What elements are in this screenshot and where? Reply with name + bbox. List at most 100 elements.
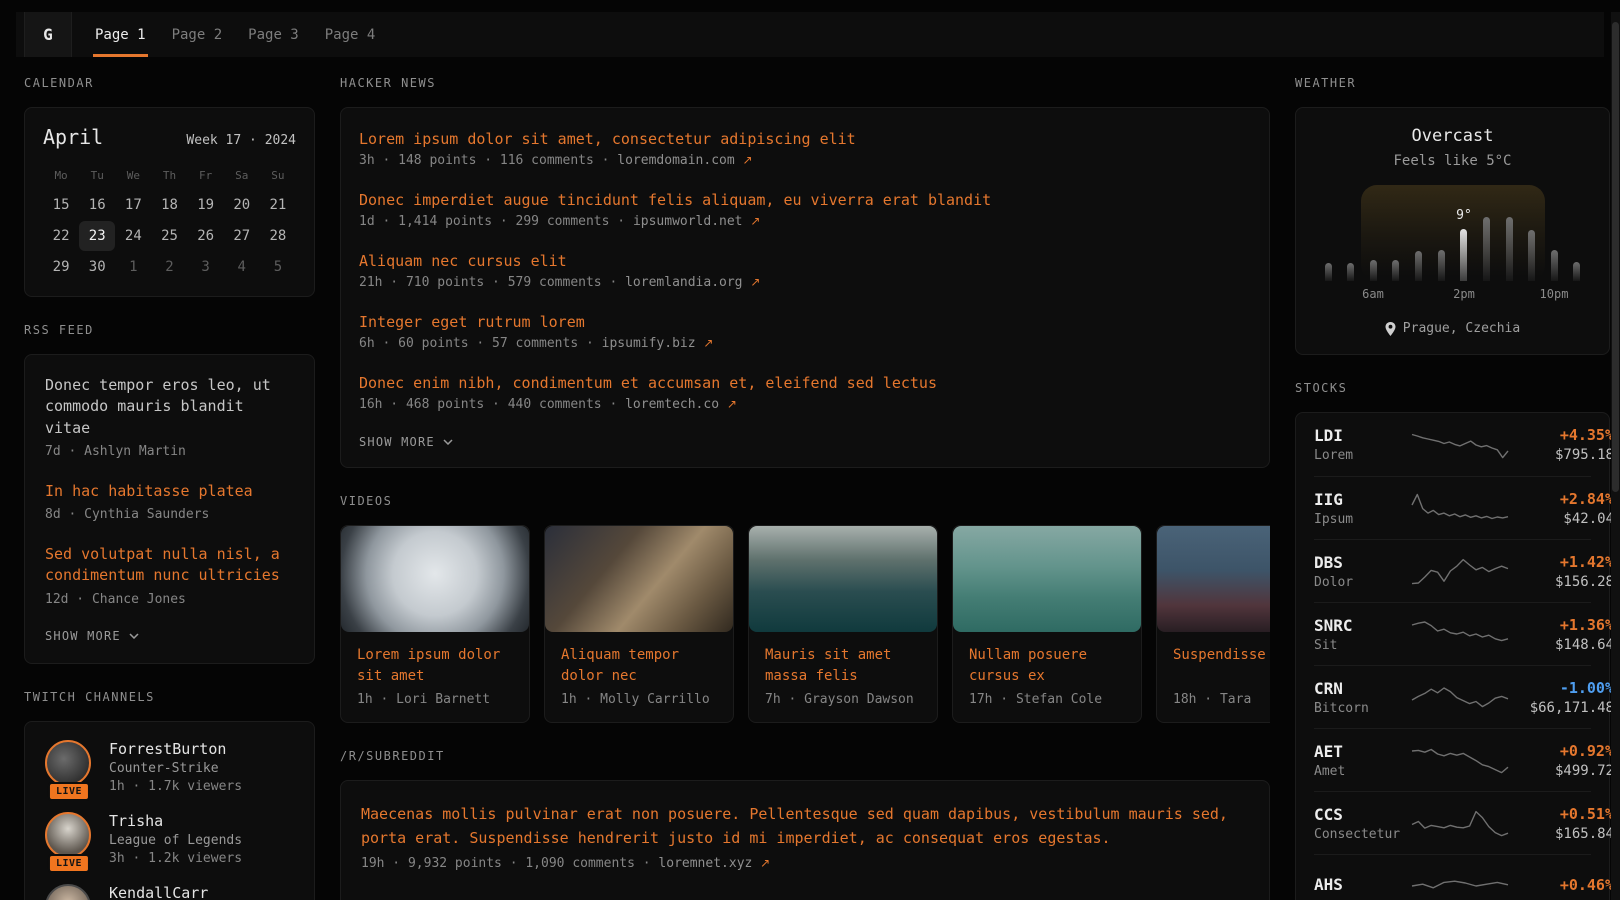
- twitch-channel-name[interactable]: KendallCarr: [109, 884, 208, 900]
- calendar-day: 30: [79, 252, 115, 282]
- hn-item-domain[interactable]: ipsumworld.net: [633, 214, 743, 229]
- video-title[interactable]: Mauris sit amet massa felis: [765, 645, 921, 687]
- hn-item-title[interactable]: Lorem ipsum dolor sit amet, consectetur …: [359, 130, 1251, 148]
- video-title[interactable]: Lorem ipsum dolor sit amet consectetu…: [357, 645, 513, 687]
- video-meta: 1h · Lori Barnett: [357, 692, 513, 707]
- stock-ticker[interactable]: SNRC: [1314, 616, 1410, 635]
- twitch-channel-name[interactable]: ForrestBurton: [109, 740, 242, 758]
- weather-location: Prague, Czechia: [1403, 321, 1520, 336]
- stock-row[interactable]: CCS Consectetur +0.51% $165.84: [1314, 791, 1591, 854]
- calendar-day: 26: [188, 221, 224, 251]
- hn-item-title[interactable]: Donec enim nibh, condimentum et accumsan…: [359, 374, 1251, 392]
- stock-change: +0.92%: [1510, 742, 1614, 760]
- weather-bar: [1483, 217, 1490, 281]
- rss-show-more-button[interactable]: SHOW MORE: [45, 629, 294, 643]
- calendar-day: 28: [260, 221, 296, 251]
- stock-row[interactable]: SNRC Sit +1.36% $148.64: [1314, 602, 1591, 665]
- weather-bar: [1573, 262, 1580, 281]
- tab-page-3[interactable]: Page 3: [235, 12, 312, 57]
- video-thumbnail[interactable]: [749, 526, 937, 632]
- calendar-day-header: Mo: [43, 163, 79, 189]
- stock-change: +0.51%: [1510, 805, 1614, 823]
- rss-item: Donec tempor eros leo, ut commodo mauris…: [45, 375, 294, 459]
- reddit-post-domain[interactable]: loremnet.xyz: [658, 856, 752, 871]
- video-title[interactable]: Aliquam tempor dolor nec pharetra…: [561, 645, 717, 687]
- hn-item-title[interactable]: Integer eget rutrum lorem: [359, 313, 1251, 331]
- reddit-post-meta: 19h · 9,932 points · 1,090 comments · lo…: [361, 856, 1249, 871]
- app-logo[interactable]: G: [24, 12, 72, 57]
- stock-sparkline: [1410, 679, 1510, 715]
- calendar-day: 1: [115, 252, 151, 282]
- twitch-channel-name[interactable]: Trisha: [109, 812, 242, 830]
- video-meta: 17h · Stefan Cole: [969, 692, 1125, 707]
- stock-row[interactable]: AHS +0.46%: [1314, 854, 1591, 900]
- video-thumbnail[interactable]: [545, 526, 733, 632]
- hn-item-domain[interactable]: ipsumify.biz: [602, 336, 696, 351]
- video-card[interactable]: Mauris sit amet massa felis 7h · Grayson…: [748, 525, 938, 723]
- twitch-section-label: TWITCH CHANNELS: [24, 690, 315, 704]
- rss-card: Donec tempor eros leo, ut commodo mauris…: [24, 354, 315, 664]
- video-thumbnail[interactable]: [1157, 526, 1270, 632]
- stock-ticker[interactable]: AET: [1314, 742, 1410, 761]
- calendar-day: 15: [43, 190, 79, 220]
- hn-item-domain[interactable]: loremdomain.com: [617, 153, 734, 168]
- external-link-icon: ↗: [727, 397, 737, 411]
- twitch-card: LIVE ForrestBurton Counter-Strike 1h · 1…: [24, 721, 315, 900]
- video-thumbnail[interactable]: [341, 526, 529, 632]
- avatar: [45, 740, 91, 786]
- hn-item-title[interactable]: Donec imperdiet augue tincidunt felis al…: [359, 191, 1251, 209]
- stock-name: Ipsum: [1314, 512, 1410, 527]
- stock-row[interactable]: IIG Ipsum +2.84% $42.04: [1314, 476, 1591, 539]
- calendar-day: 29: [43, 252, 79, 282]
- tab-page-1[interactable]: Page 1: [82, 12, 159, 57]
- stock-ticker[interactable]: AHS: [1314, 875, 1410, 894]
- weather-card: Overcast Feels like 5°C 9° 6am2pm10pm Pr…: [1295, 107, 1610, 355]
- stock-ticker[interactable]: CRN: [1314, 679, 1410, 698]
- reddit-post-title[interactable]: Maecenas mollis pulvinar erat non posuer…: [361, 803, 1249, 850]
- calendar-day: 17: [115, 190, 151, 220]
- stock-row[interactable]: CRN Bitcorn -1.00% $66,171.48: [1314, 665, 1591, 728]
- hn-item-title[interactable]: Aliquam nec cursus elit: [359, 252, 1251, 270]
- calendar-day: 27: [224, 221, 260, 251]
- hn-show-more-button[interactable]: SHOW MORE: [359, 435, 1251, 449]
- rss-item-title[interactable]: In hac habitasse platea: [45, 481, 294, 502]
- stock-ticker[interactable]: CCS: [1314, 805, 1410, 824]
- stock-ticker[interactable]: DBS: [1314, 553, 1410, 572]
- scrollbar-thumb[interactable]: [1612, 22, 1619, 492]
- stock-row[interactable]: LDI Lorem +4.35% $795.18: [1314, 413, 1591, 476]
- rss-item-title[interactable]: Sed volutpat nulla nisl, a condimentum n…: [45, 544, 294, 587]
- stock-name: Consectetur: [1314, 827, 1410, 842]
- twitch-channel[interactable]: LIVE Trisha League of Legends 3h · 1.2k …: [45, 812, 294, 866]
- video-card[interactable]: Aliquam tempor dolor nec pharetra… 1h · …: [544, 525, 734, 723]
- external-link-icon: ↗: [750, 275, 760, 289]
- calendar-month: April: [43, 125, 103, 149]
- twitch-channel[interactable]: KendallCarr: [45, 884, 294, 900]
- hn-item-meta: 16h · 468 points · 440 comments · loremt…: [359, 397, 1251, 412]
- tab-page-4[interactable]: Page 4: [312, 12, 389, 57]
- video-card[interactable]: Lorem ipsum dolor sit amet consectetu… 1…: [340, 525, 530, 723]
- calendar-day: 2: [151, 252, 187, 282]
- calendar-day-header: Su: [260, 163, 296, 189]
- rss-item-title[interactable]: Donec tempor eros leo, ut commodo mauris…: [45, 375, 294, 439]
- weather-bar: [1528, 230, 1535, 281]
- stock-row[interactable]: DBS Dolor +1.42% $156.28: [1314, 539, 1591, 602]
- stock-price: $795.18: [1510, 447, 1614, 463]
- weather-chart: 9°: [1325, 185, 1581, 281]
- stock-ticker[interactable]: IIG: [1314, 490, 1410, 509]
- video-card[interactable]: Nullam posuere cursus ex 17h · Stefan Co…: [952, 525, 1142, 723]
- hn-item-domain[interactable]: loremtech.co: [625, 397, 719, 412]
- twitch-channel-meta: 1h · 1.7k viewers: [109, 779, 242, 794]
- tab-page-2[interactable]: Page 2: [159, 12, 236, 57]
- video-card[interactable]: Suspendisse diam 18h · Tara: [1156, 525, 1270, 723]
- video-thumbnail[interactable]: [953, 526, 1141, 632]
- calendar-card: April Week 17 · 2024 MoTuWeThFrSaSu15161…: [24, 107, 315, 297]
- stock-ticker[interactable]: LDI: [1314, 426, 1410, 445]
- stock-row[interactable]: AET Amet +0.92% $499.72: [1314, 728, 1591, 791]
- video-meta: 1h · Molly Carrillo: [561, 692, 717, 707]
- time-label: 6am: [1362, 287, 1384, 301]
- video-title[interactable]: Nullam posuere cursus ex: [969, 645, 1125, 687]
- stock-sparkline: [1410, 742, 1510, 778]
- hn-item-domain[interactable]: loremlandia.org: [625, 275, 742, 290]
- video-title[interactable]: Suspendisse diam: [1173, 645, 1270, 687]
- twitch-channel[interactable]: LIVE ForrestBurton Counter-Strike 1h · 1…: [45, 740, 294, 794]
